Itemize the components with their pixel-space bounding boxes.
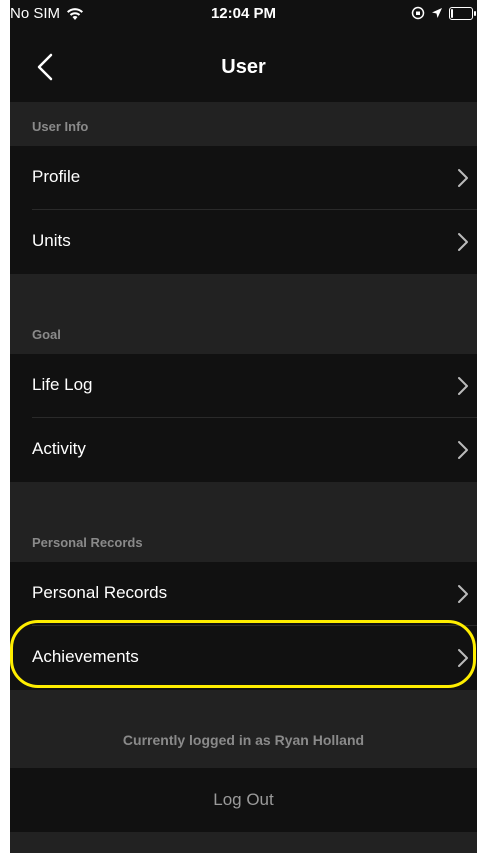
chevron-right-icon bbox=[458, 169, 468, 187]
section-header-label: User Info bbox=[32, 119, 89, 134]
section-header-label: Personal Records bbox=[32, 535, 143, 550]
user-screen: No SIM 12:04 PM User User Info Profile U… bbox=[10, 0, 477, 853]
battery-level bbox=[451, 8, 453, 18]
row-units[interactable]: Units bbox=[10, 210, 477, 274]
status-bar: No SIM 12:04 PM bbox=[10, 0, 477, 30]
bottom-spacer bbox=[10, 832, 477, 853]
section-header-user-info: User Info bbox=[10, 102, 477, 146]
section-spacer bbox=[10, 690, 477, 712]
row-label: Achievements bbox=[32, 647, 139, 666]
logout-button[interactable]: Log Out bbox=[10, 768, 477, 832]
row-label: Life Log bbox=[32, 375, 93, 394]
section-header-goal: Goal bbox=[10, 274, 477, 354]
orientation-lock-icon bbox=[411, 6, 425, 20]
row-achievements[interactable]: Achievements bbox=[10, 626, 477, 690]
row-label: Profile bbox=[32, 167, 81, 186]
row-label: Personal Records bbox=[32, 583, 168, 602]
chevron-right-icon bbox=[458, 441, 468, 459]
location-arrow-icon bbox=[432, 8, 442, 18]
row-label: Units bbox=[32, 231, 71, 250]
status-time: 12:04 PM bbox=[210, 5, 277, 22]
section-header-personal-records: Personal Records bbox=[10, 482, 477, 562]
navigation-bar: User bbox=[10, 30, 477, 102]
logged-in-status: Currently logged in as Ryan Holland bbox=[10, 712, 477, 768]
row-profile[interactable]: Profile bbox=[10, 146, 477, 210]
chevron-right-icon bbox=[458, 649, 468, 667]
chevron-right-icon bbox=[458, 233, 468, 251]
row-personal-records[interactable]: Personal Records bbox=[10, 562, 477, 626]
section-header-label: Goal bbox=[32, 327, 61, 342]
page-title: User bbox=[221, 56, 266, 78]
row-life-log[interactable]: Life Log bbox=[10, 354, 477, 418]
chevron-right-icon bbox=[458, 377, 468, 395]
row-label: Activity bbox=[32, 439, 86, 458]
row-activity[interactable]: Activity bbox=[10, 418, 477, 482]
chevron-right-icon bbox=[458, 585, 468, 603]
status-right bbox=[411, 6, 476, 20]
battery-icon bbox=[449, 6, 476, 20]
